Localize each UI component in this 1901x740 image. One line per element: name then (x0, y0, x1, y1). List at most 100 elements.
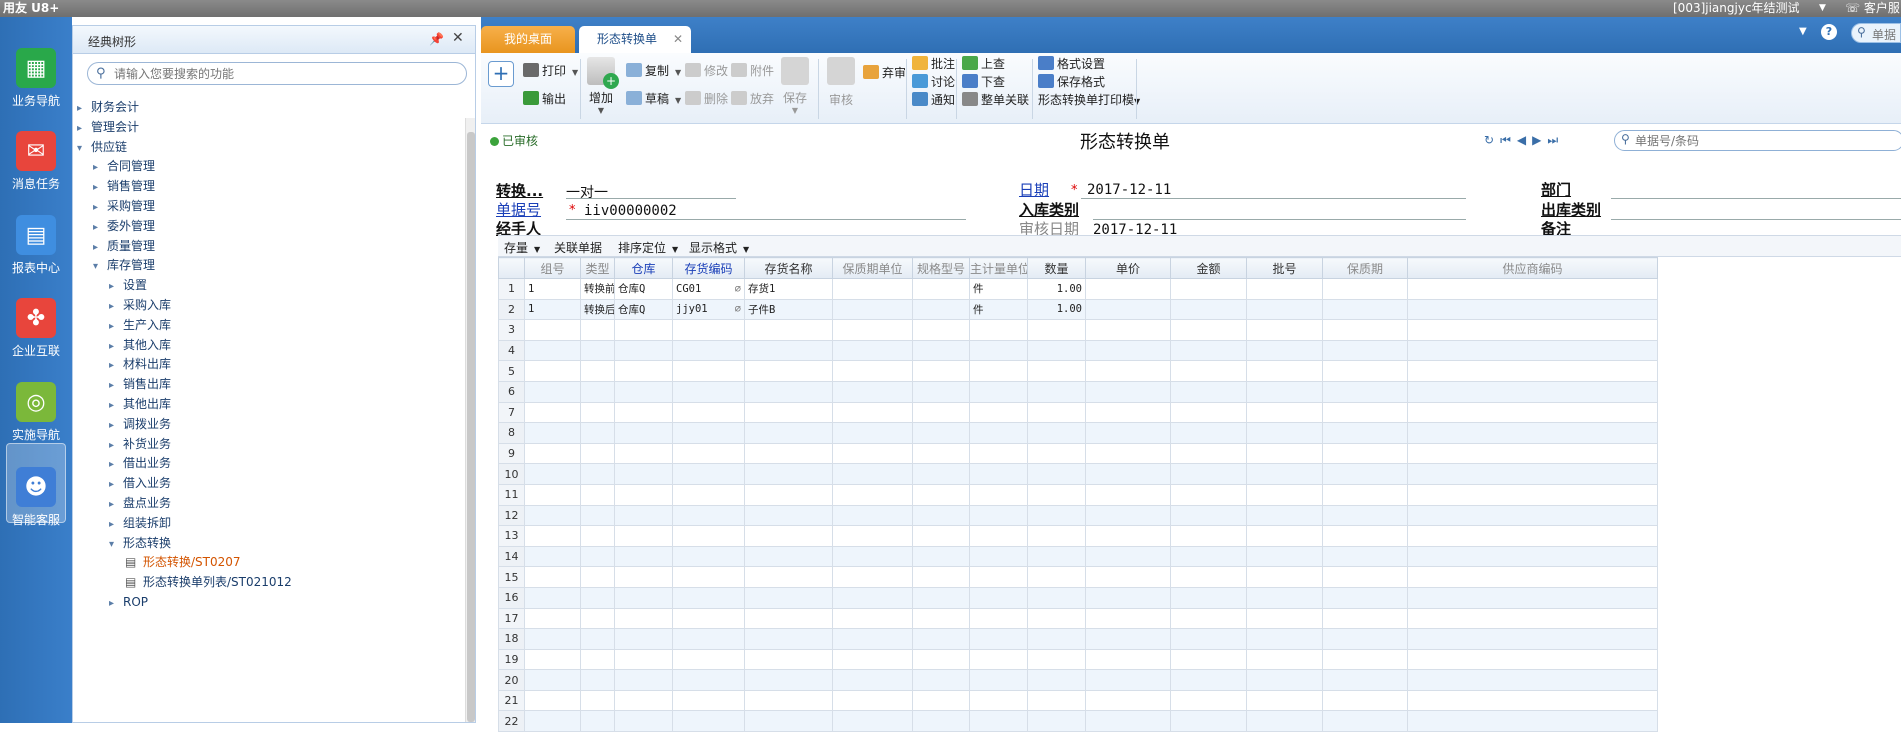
tree-node[interactable]: ▸ 组装拆卸 (109, 513, 171, 533)
table-cell[interactable] (524, 401, 581, 424)
table-cell[interactable] (580, 648, 615, 671)
table-cell[interactable] (1246, 566, 1323, 588)
table-cell[interactable] (1322, 401, 1408, 424)
table-cell[interactable] (1170, 442, 1247, 465)
table-cell[interactable] (1170, 278, 1247, 300)
sort-locate-button[interactable]: 排序定位 ▼ (618, 239, 678, 256)
table-cell[interactable] (1407, 463, 1658, 485)
table-cell[interactable] (1246, 483, 1323, 506)
table-cell[interactable]: 存货1 (744, 278, 833, 300)
table-cell[interactable] (1246, 278, 1323, 300)
table-cell[interactable] (744, 463, 833, 485)
draft-button[interactable]: 草稿 ▼ (626, 90, 681, 108)
table-cell[interactable] (614, 689, 673, 712)
table-row[interactable]: 22 (498, 710, 1658, 733)
table-cell[interactable] (524, 586, 581, 609)
table-cell[interactable] (672, 710, 745, 733)
related-docs-button[interactable]: 关联单据 (554, 239, 602, 256)
table-cell[interactable] (912, 689, 970, 712)
table-cell[interactable] (580, 380, 615, 403)
table-cell[interactable]: 转换前 (580, 278, 615, 300)
table-cell[interactable] (912, 380, 970, 403)
table-cell[interactable] (1027, 607, 1086, 630)
table-cell[interactable] (969, 669, 1028, 691)
table-cell[interactable] (524, 607, 581, 630)
table-cell[interactable] (524, 504, 581, 527)
table-cell[interactable] (580, 319, 615, 341)
table-cell[interactable] (1027, 669, 1086, 691)
pin-icon[interactable]: 📌 (429, 32, 444, 46)
table-cell[interactable] (1085, 607, 1171, 630)
table-cell[interactable] (912, 648, 970, 671)
table-cell[interactable] (969, 607, 1028, 630)
table-row[interactable]: 5 (498, 360, 1658, 382)
table-cell[interactable] (1170, 545, 1247, 568)
table-cell[interactable] (672, 380, 745, 403)
display-format-button[interactable]: 显示格式 ▼ (689, 239, 749, 256)
column-header[interactable]: 仓库 (614, 257, 673, 279)
attachment-button[interactable]: 附件 (731, 62, 774, 80)
left-nav-item[interactable]: ✤ 企业互联 (0, 275, 72, 358)
table-cell[interactable] (744, 607, 833, 630)
table-cell[interactable] (524, 648, 581, 671)
table-cell[interactable] (1407, 525, 1658, 547)
table-cell[interactable] (1322, 669, 1408, 691)
left-nav-item[interactable]: ☻ 智能客服 (6, 443, 66, 527)
table-cell[interactable] (672, 422, 745, 444)
tree-search-input[interactable] (114, 65, 454, 82)
table-cell[interactable] (744, 380, 833, 403)
link-all-button[interactable]: 整单关联 (962, 91, 1029, 109)
table-cell[interactable] (524, 669, 581, 691)
table-cell[interactable] (1246, 380, 1323, 403)
table-cell[interactable] (1246, 504, 1323, 527)
table-cell[interactable] (1246, 339, 1323, 362)
table-cell[interactable] (1322, 710, 1408, 733)
table-cell[interactable] (614, 628, 673, 650)
table-cell[interactable] (832, 278, 913, 300)
table-cell[interactable] (832, 689, 913, 712)
table-cell[interactable] (969, 504, 1028, 527)
table-cell[interactable] (1246, 545, 1323, 568)
table-cell[interactable] (912, 586, 970, 609)
table-cell[interactable] (1170, 401, 1247, 424)
table-cell[interactable] (1027, 380, 1086, 403)
table-cell[interactable] (580, 401, 615, 424)
table-cell[interactable] (1322, 586, 1408, 609)
table-cell[interactable] (1027, 648, 1086, 671)
table-cell[interactable] (672, 319, 745, 341)
doc-search-box[interactable]: ⚲ (1614, 130, 1901, 151)
column-header[interactable]: 组号 (524, 257, 581, 279)
table-cell[interactable] (1027, 586, 1086, 609)
table-cell[interactable] (744, 628, 833, 650)
table-cell[interactable] (1027, 710, 1086, 733)
tree-node[interactable]: ▸ 其他出库 (109, 394, 171, 414)
table-cell[interactable] (1085, 628, 1171, 650)
table-cell[interactable] (614, 380, 673, 403)
table-cell[interactable] (969, 401, 1028, 424)
table-cell[interactable] (744, 360, 833, 382)
paperclip-icon[interactable]: ⌀ (735, 283, 741, 295)
table-cell[interactable] (912, 463, 970, 485)
table-cell[interactable] (969, 648, 1028, 671)
tab-form-conversion[interactable]: 形态转换单 ✕ (579, 26, 691, 53)
table-cell[interactable] (672, 669, 745, 691)
date-value[interactable]: 2017-12-11 (1087, 182, 1171, 198)
table-cell[interactable] (1170, 689, 1247, 712)
table-cell[interactable] (744, 545, 833, 568)
table-cell[interactable] (912, 422, 970, 444)
table-cell[interactable] (580, 422, 615, 444)
table-cell[interactable] (1407, 422, 1658, 444)
table-cell[interactable] (969, 628, 1028, 650)
table-cell[interactable] (1322, 463, 1408, 485)
tree-node[interactable]: ▸ 财务会计 (77, 97, 139, 117)
table-cell[interactable] (580, 566, 615, 588)
doc-search-input[interactable] (1635, 133, 1895, 149)
table-row[interactable]: 10 (498, 463, 1658, 485)
discuss-button[interactable]: 讨论 (912, 73, 955, 91)
tree-node[interactable]: ▸ 销售管理 (93, 176, 155, 196)
tree-node[interactable]: ▸ ROP (109, 592, 148, 612)
table-row[interactable]: 19 (498, 648, 1658, 671)
table-row[interactable]: 6 (498, 380, 1658, 403)
table-cell[interactable]: 1.00 (1027, 298, 1086, 321)
table-cell[interactable] (614, 401, 673, 424)
